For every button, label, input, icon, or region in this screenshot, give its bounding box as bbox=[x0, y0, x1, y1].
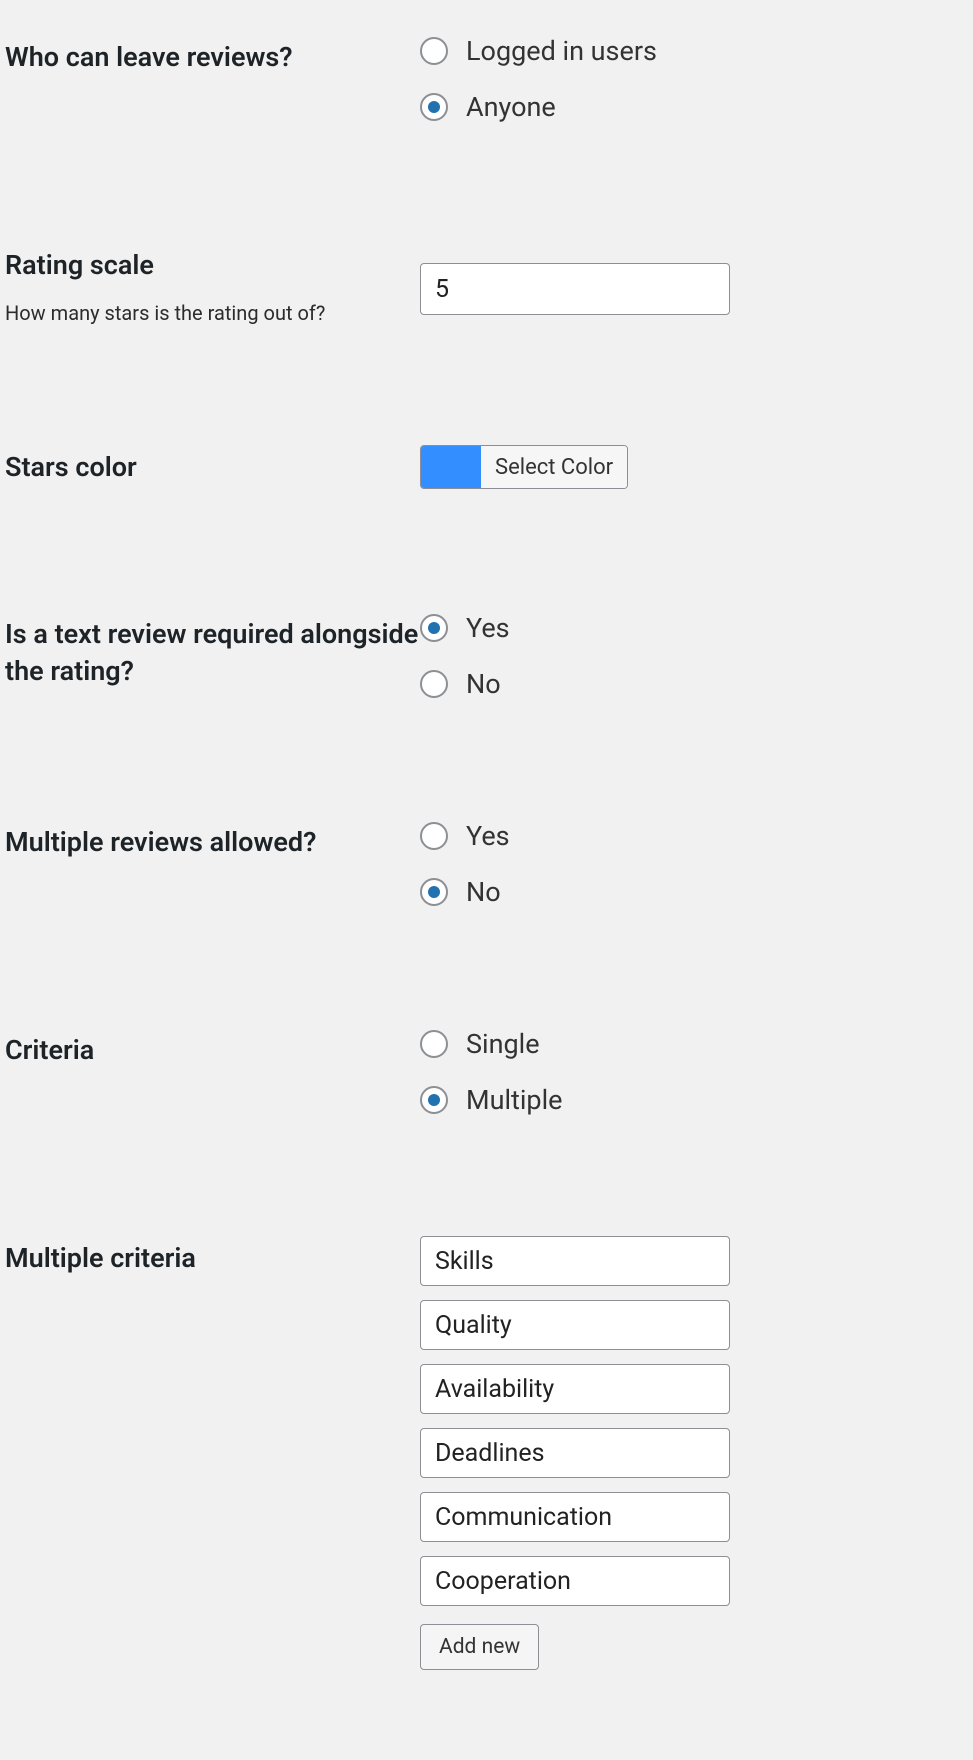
radio-label-multiple-reviews-yes: Yes bbox=[466, 820, 510, 852]
radio-criteria-multiple[interactable] bbox=[420, 1086, 448, 1114]
radio-label-criteria-single: Single bbox=[466, 1028, 540, 1060]
radio-label-text-required-no: No bbox=[466, 668, 501, 700]
label-stars-color: Stars color bbox=[5, 449, 420, 485]
radio-multiple-reviews-no[interactable] bbox=[420, 878, 448, 906]
label-multiple-reviews: Multiple reviews allowed? bbox=[5, 824, 420, 860]
radio-group-who-can-review: Logged in users Anyone bbox=[420, 35, 968, 123]
row-rating-scale: Rating scale How many stars is the ratin… bbox=[5, 243, 968, 325]
sublabel-rating-scale: How many stars is the rating out of? bbox=[5, 301, 420, 325]
criteria-input[interactable] bbox=[420, 1236, 730, 1286]
row-multiple-criteria: Multiple criteria Add new bbox=[5, 1236, 968, 1670]
radio-text-required-yes[interactable] bbox=[420, 614, 448, 642]
criteria-input[interactable] bbox=[420, 1300, 730, 1350]
label-who-can-review: Who can leave reviews? bbox=[5, 39, 420, 75]
criteria-input[interactable] bbox=[420, 1492, 730, 1542]
radio-label-multiple-reviews-no: No bbox=[466, 876, 501, 908]
color-swatch bbox=[421, 446, 481, 488]
label-text-required: Is a text review required alongside the … bbox=[5, 616, 420, 689]
radio-group-text-required: Yes No bbox=[420, 612, 968, 700]
row-multiple-reviews: Multiple reviews allowed? Yes No bbox=[5, 820, 968, 908]
radio-label-text-required-yes: Yes bbox=[466, 612, 510, 644]
label-criteria: Criteria bbox=[5, 1032, 420, 1068]
radio-anyone[interactable] bbox=[420, 93, 448, 121]
criteria-input[interactable] bbox=[420, 1428, 730, 1478]
radio-label-anyone: Anyone bbox=[466, 91, 556, 123]
multiple-criteria-list: Add new bbox=[420, 1236, 968, 1670]
row-criteria: Criteria Single Multiple bbox=[5, 1028, 968, 1116]
label-multiple-criteria: Multiple criteria bbox=[5, 1240, 420, 1276]
radio-label-criteria-multiple: Multiple bbox=[466, 1084, 562, 1116]
radio-logged-in-users[interactable] bbox=[420, 37, 448, 65]
label-rating-scale: Rating scale bbox=[5, 247, 420, 283]
radio-multiple-reviews-yes[interactable] bbox=[420, 822, 448, 850]
radio-criteria-single[interactable] bbox=[420, 1030, 448, 1058]
row-stars-color: Stars color Select Color bbox=[5, 445, 968, 492]
color-picker[interactable]: Select Color bbox=[420, 445, 628, 489]
radio-text-required-no[interactable] bbox=[420, 670, 448, 698]
radio-group-multiple-reviews: Yes No bbox=[420, 820, 968, 908]
select-color-button[interactable]: Select Color bbox=[481, 446, 627, 488]
radio-label-logged-in-users: Logged in users bbox=[466, 35, 657, 67]
row-who-can-review: Who can leave reviews? Logged in users A… bbox=[5, 35, 968, 123]
criteria-input[interactable] bbox=[420, 1364, 730, 1414]
row-text-required: Is a text review required alongside the … bbox=[5, 612, 968, 700]
add-new-button[interactable]: Add new bbox=[420, 1624, 539, 1670]
radio-group-criteria: Single Multiple bbox=[420, 1028, 968, 1116]
criteria-input[interactable] bbox=[420, 1556, 730, 1606]
input-rating-scale[interactable] bbox=[420, 263, 730, 315]
